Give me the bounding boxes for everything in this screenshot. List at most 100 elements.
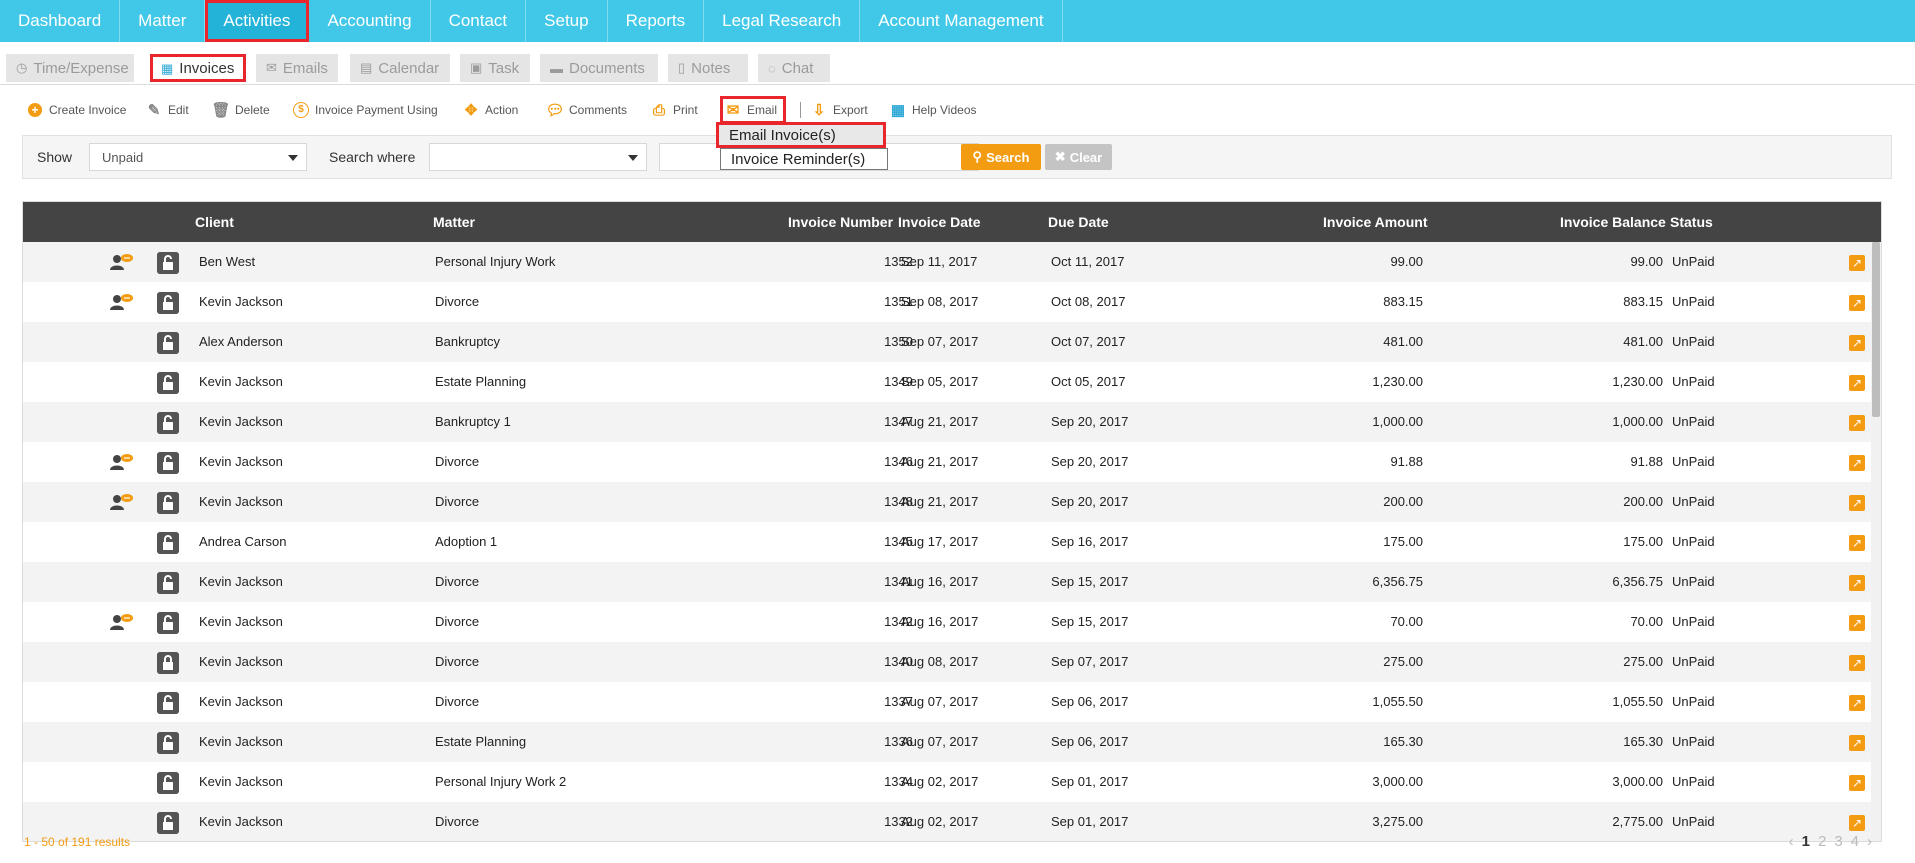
nav-accounting[interactable]: Accounting xyxy=(309,0,431,42)
lock-icon[interactable] xyxy=(157,372,179,394)
email-invoices-option[interactable]: Email Invoice(s) xyxy=(716,122,886,148)
lock-icon[interactable] xyxy=(157,292,179,314)
table-row[interactable]: Kevin Jackson Personal Injury Work 2 1334 A… xyxy=(23,762,1881,802)
open-invoice-icon[interactable]: ↗ xyxy=(1849,535,1865,551)
open-invoice-icon[interactable]: ↗ xyxy=(1849,615,1865,631)
lock-icon[interactable] xyxy=(157,812,179,834)
column-header-invoice-date[interactable]: Invoice Date xyxy=(898,214,980,230)
tab-documents[interactable]: ▬ Documents xyxy=(540,54,658,82)
lock-icon[interactable] xyxy=(157,772,179,794)
invoice-reminders-option[interactable]: Invoice Reminder(s) xyxy=(720,148,888,170)
nav-legal-research[interactable]: Legal Research xyxy=(704,0,861,42)
lock-icon[interactable] xyxy=(157,412,179,434)
lock-icon[interactable] xyxy=(157,572,179,594)
cell-due-date: Sep 06, 2017 xyxy=(1051,734,1129,749)
help-videos-button[interactable]: ▦ Help Videos xyxy=(889,96,977,124)
tab-chat[interactable]: ◌ Chat xyxy=(758,54,830,82)
print-button[interactable]: ⎙ Print xyxy=(650,96,698,124)
tab-task[interactable]: ▣ Task xyxy=(460,54,530,82)
create-invoice-button[interactable]: + Create Invoice xyxy=(26,96,126,124)
lock-icon[interactable] xyxy=(157,252,179,274)
table-row[interactable]: Alex Anderson Bankruptcy 1350 Sep 07, 2017 O… xyxy=(23,322,1881,362)
nav-contact[interactable]: Contact xyxy=(431,0,527,42)
invoice-payment-button[interactable]: $ Invoice Payment Using xyxy=(292,96,438,124)
open-invoice-icon[interactable]: ↗ xyxy=(1849,735,1865,751)
lock-icon[interactable] xyxy=(157,332,179,354)
lock-icon[interactable] xyxy=(157,492,179,514)
table-row[interactable]: Kevin Jackson Estate Planning 1336 Aug 07, … xyxy=(23,722,1881,762)
user-comment-icon[interactable] xyxy=(109,253,133,271)
email-button[interactable]: ✉ Email xyxy=(720,96,786,124)
open-invoice-icon[interactable]: ↗ xyxy=(1849,695,1865,711)
edit-button[interactable]: ✎ Edit xyxy=(145,96,189,124)
nav-account-management[interactable]: Account Management xyxy=(860,0,1063,42)
lock-icon[interactable] xyxy=(157,652,179,674)
open-invoice-icon[interactable]: ↗ xyxy=(1849,775,1865,791)
table-row[interactable]: Kevin Jackson Divorce 1348 Aug 21, 2017 Sep … xyxy=(23,482,1881,522)
open-invoice-icon[interactable]: ↗ xyxy=(1849,335,1865,351)
open-invoice-icon[interactable]: ↗ xyxy=(1849,255,1865,271)
table-row[interactable]: Kevin Jackson Divorce 1351 Sep 08, 2017 Oct … xyxy=(23,282,1881,322)
scrollbar-thumb[interactable] xyxy=(1872,242,1880,417)
search-where-select[interactable] xyxy=(429,143,647,171)
tab-calendar[interactable]: ▤ Calendar xyxy=(350,54,450,82)
open-invoice-icon[interactable]: ↗ xyxy=(1849,575,1865,591)
tab-emails[interactable]: ✉ Emails xyxy=(256,54,338,82)
table-row[interactable]: Andrea Carson Adoption 1 1345 Aug 17, 2017 S… xyxy=(23,522,1881,562)
delete-button[interactable]: 🗑︎ Delete xyxy=(211,96,269,124)
table-row[interactable]: Kevin Jackson Bankruptcy 1 1347 Aug 21, 201… xyxy=(23,402,1881,442)
page-link[interactable]: 1 xyxy=(1802,833,1810,850)
prev-page-icon[interactable]: ‹ xyxy=(1789,833,1794,850)
nav-dashboard[interactable]: Dashboard xyxy=(0,0,121,42)
lock-icon[interactable] xyxy=(157,532,179,554)
page-link[interactable]: 2 xyxy=(1818,833,1826,850)
tab-notes[interactable]: ▯ Notes xyxy=(668,54,748,82)
cell-status: UnPaid xyxy=(1672,734,1715,749)
clear-button[interactable]: ✖ Clear xyxy=(1045,144,1112,170)
tab-invoices[interactable]: ▦ Invoices xyxy=(150,54,246,82)
next-page-icon[interactable]: › xyxy=(1867,833,1872,850)
lock-icon[interactable] xyxy=(157,692,179,714)
user-comment-icon[interactable] xyxy=(109,453,133,471)
column-header-client[interactable]: Client xyxy=(195,214,234,230)
comments-button[interactable]: 💬︎ Comments xyxy=(545,96,627,124)
table-row[interactable]: Kevin Jackson Divorce 1342 Aug 16, 2017 Sep … xyxy=(23,602,1881,642)
lock-icon[interactable] xyxy=(157,612,179,634)
table-row[interactable]: Ben West Personal Injury Work 1352 Sep 11, … xyxy=(23,242,1881,282)
show-select[interactable]: Unpaid xyxy=(89,143,307,171)
nav-setup[interactable]: Setup xyxy=(526,0,608,42)
page-link[interactable]: 4 xyxy=(1851,833,1859,850)
table-row[interactable]: Kevin Jackson Divorce 1337 Aug 07, 2017 Sep … xyxy=(23,682,1881,722)
column-header-status[interactable]: Status xyxy=(1670,214,1713,230)
lock-icon[interactable] xyxy=(157,452,179,474)
open-invoice-icon[interactable]: ↗ xyxy=(1849,375,1865,391)
export-button[interactable]: ⇩ Export xyxy=(810,96,868,124)
column-header-invoice-balance[interactable]: Invoice Balance xyxy=(1560,214,1666,230)
user-comment-icon[interactable] xyxy=(109,493,133,511)
nav-reports[interactable]: Reports xyxy=(608,0,705,42)
column-header-invoice-number[interactable]: Invoice Number xyxy=(788,214,893,230)
table-row[interactable]: Kevin Jackson Estate Planning 1349 Sep 05, … xyxy=(23,362,1881,402)
user-comment-icon[interactable] xyxy=(109,613,133,631)
open-invoice-icon[interactable]: ↗ xyxy=(1849,295,1865,311)
table-row[interactable]: Kevin Jackson Divorce 1340 Aug 08, 2017 Sep … xyxy=(23,642,1881,682)
table-row[interactable]: Kevin Jackson Divorce 1341 Aug 16, 2017 Sep … xyxy=(23,562,1881,602)
user-comment-icon[interactable] xyxy=(109,293,133,311)
column-header-due-date[interactable]: Due Date xyxy=(1048,214,1109,230)
column-header-invoice-amount[interactable]: Invoice Amount xyxy=(1323,214,1428,230)
tab-time-expense[interactable]: ◷ Time/Expense xyxy=(6,54,134,82)
table-row[interactable]: Kevin Jackson Divorce 1346 Aug 21, 2017 Sep … xyxy=(23,442,1881,482)
grid-scrollbar[interactable] xyxy=(1871,242,1881,841)
page-link[interactable]: 3 xyxy=(1834,833,1842,850)
open-invoice-icon[interactable]: ↗ xyxy=(1849,455,1865,471)
nav-activities[interactable]: Activities xyxy=(205,0,310,42)
open-invoice-icon[interactable]: ↗ xyxy=(1849,655,1865,671)
nav-matter[interactable]: Matter xyxy=(120,0,206,42)
open-invoice-icon[interactable]: ↗ xyxy=(1849,415,1865,431)
open-invoice-icon[interactable]: ↗ xyxy=(1849,815,1865,831)
lock-icon[interactable] xyxy=(157,732,179,754)
search-button[interactable]: ⚲ Search xyxy=(961,144,1041,170)
column-header-matter[interactable]: Matter xyxy=(433,214,475,230)
action-button[interactable]: ✥ Action xyxy=(462,96,519,124)
open-invoice-icon[interactable]: ↗ xyxy=(1849,495,1865,511)
